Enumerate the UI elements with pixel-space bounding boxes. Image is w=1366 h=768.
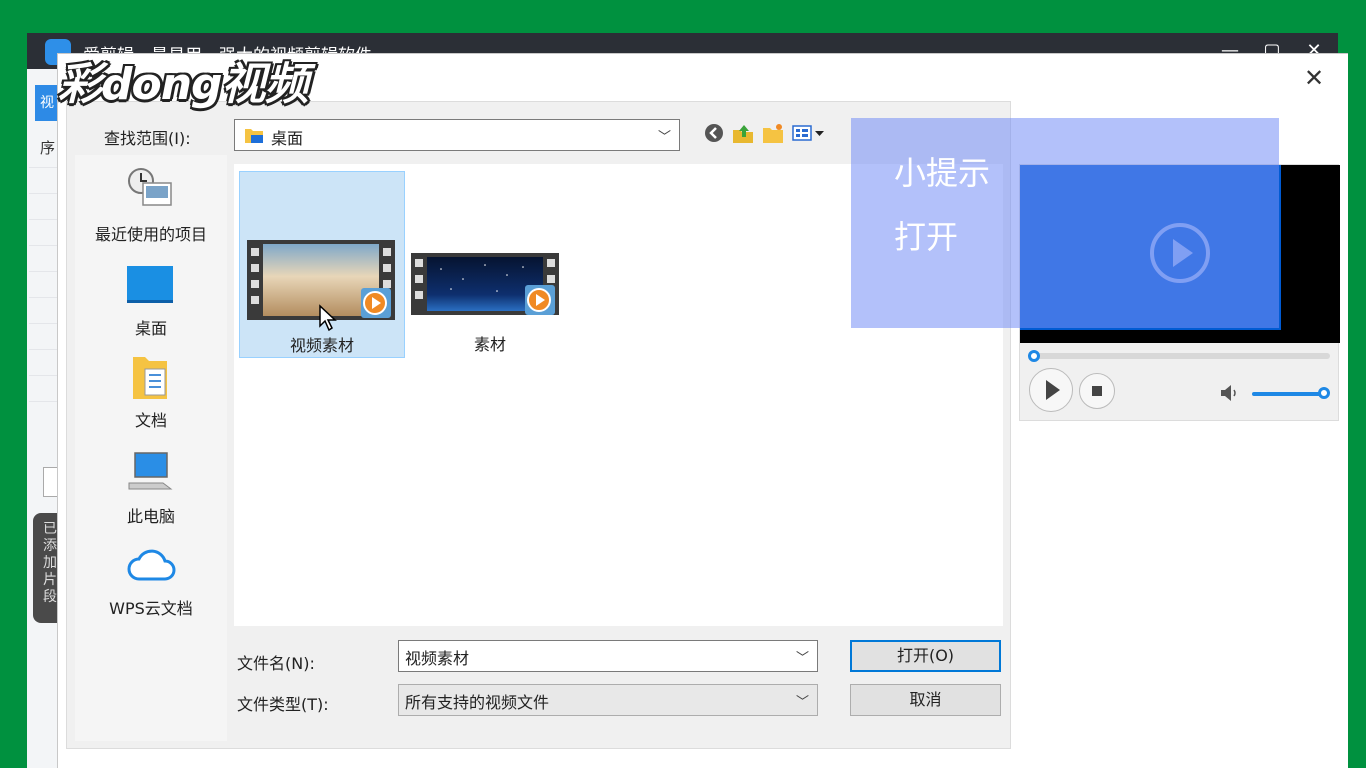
documents-icon bbox=[133, 357, 167, 399]
look-in-dropdown[interactable]: 桌面 ﹀ bbox=[234, 119, 680, 151]
this-pc-icon bbox=[128, 452, 173, 490]
volume-icon[interactable] bbox=[1219, 384, 1241, 402]
cancel-button[interactable]: 取消 bbox=[850, 684, 1001, 716]
filetype-dropdown[interactable]: 所有支持的视频文件 ﹀ bbox=[398, 684, 818, 716]
stop-icon bbox=[1092, 386, 1102, 396]
stop-button[interactable] bbox=[1079, 373, 1115, 409]
back-icon[interactable] bbox=[703, 122, 725, 144]
seek-bar[interactable] bbox=[1034, 353, 1330, 359]
file-item[interactable]: 视频素材 bbox=[239, 171, 405, 358]
background-row bbox=[29, 323, 57, 347]
background-row bbox=[29, 349, 57, 373]
look-in-value: 桌面 bbox=[271, 129, 304, 148]
volume-handle[interactable] bbox=[1318, 387, 1330, 399]
places-bar: 最近使用的项目 桌面 文档 此电脑 WPS云文档 bbox=[75, 155, 227, 741]
place-wps-cloud[interactable]: WPS云文档 bbox=[75, 543, 227, 623]
background-row bbox=[29, 219, 57, 243]
place-label: 最近使用的项目 bbox=[94, 225, 207, 244]
chevron-down-icon: ﹀ bbox=[657, 130, 671, 145]
background-column-header: 序 bbox=[40, 139, 56, 157]
chevron-down-icon[interactable]: ﹀ bbox=[796, 647, 809, 666]
place-documents[interactable]: 文档 bbox=[75, 355, 227, 435]
seek-handle[interactable] bbox=[1028, 350, 1040, 362]
filetype-label: 文件类型(T): bbox=[237, 695, 329, 714]
cloud-icon bbox=[127, 549, 176, 581]
recent-items-icon bbox=[128, 168, 172, 206]
place-desktop[interactable]: 桌面 bbox=[75, 263, 227, 343]
filename-value: 视频素材 bbox=[405, 649, 470, 668]
filetype-value: 所有支持的视频文件 bbox=[405, 693, 550, 712]
place-label: 此电脑 bbox=[126, 507, 175, 526]
open-button[interactable]: 打开(O) bbox=[850, 640, 1001, 672]
filename-input[interactable]: 视频素材 ﹀ bbox=[398, 640, 818, 672]
place-label: 桌面 bbox=[134, 319, 167, 338]
filename-label: 文件名(N): bbox=[237, 654, 315, 673]
desktop-folder-icon bbox=[245, 129, 263, 143]
dialog-close-button[interactable]: ✕ bbox=[1300, 64, 1328, 92]
file-name: 素材 bbox=[473, 335, 506, 354]
background-added-clips-panel: 已添加片段 bbox=[33, 513, 59, 623]
background-row bbox=[29, 193, 57, 217]
chevron-down-icon: ﹀ bbox=[795, 695, 809, 710]
place-recent-items[interactable]: 最近使用的项目 bbox=[75, 165, 227, 245]
video-file-icon bbox=[411, 253, 559, 315]
play-button[interactable] bbox=[1029, 368, 1073, 412]
up-folder-icon[interactable] bbox=[732, 122, 754, 144]
file-item[interactable]: 素材 bbox=[407, 171, 573, 358]
play-icon bbox=[1046, 380, 1060, 400]
desktop-icon bbox=[127, 266, 173, 303]
background-row bbox=[29, 375, 57, 399]
background-panel-text: 已添加片段 bbox=[43, 521, 57, 605]
tip-title: 小提示 bbox=[894, 154, 991, 192]
tip-overlay: 小提示 打开 bbox=[851, 118, 1279, 328]
place-this-pc[interactable]: 此电脑 bbox=[75, 449, 227, 529]
place-label: 文档 bbox=[134, 411, 167, 430]
background-input bbox=[43, 467, 57, 497]
background-tab[interactable]: 视 bbox=[35, 85, 59, 121]
mouse-cursor-icon bbox=[319, 304, 337, 332]
background-row bbox=[29, 245, 57, 269]
new-folder-icon[interactable] bbox=[762, 122, 784, 144]
place-label: WPS云文档 bbox=[109, 599, 193, 618]
background-row bbox=[29, 401, 57, 425]
background-row bbox=[29, 167, 57, 191]
background-row bbox=[29, 271, 57, 295]
look-in-label: 查找范围(I): bbox=[104, 129, 191, 148]
volume-slider[interactable] bbox=[1252, 392, 1324, 396]
view-menu-icon[interactable] bbox=[792, 122, 828, 144]
tip-text: 打开 bbox=[894, 218, 959, 256]
background-row bbox=[29, 297, 57, 321]
file-name: 视频素材 bbox=[289, 336, 354, 355]
watermark-logo: 彩dong视频 bbox=[58, 59, 309, 110]
